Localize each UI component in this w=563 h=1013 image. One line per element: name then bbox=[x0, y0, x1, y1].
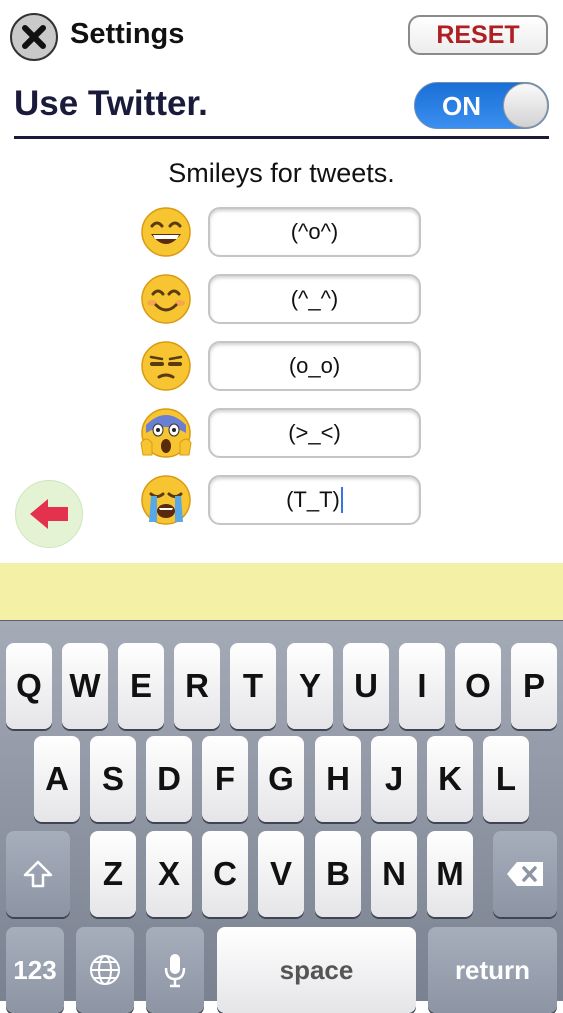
numbers-key[interactable]: 123 bbox=[6, 927, 64, 1013]
space-key[interactable]: space bbox=[217, 927, 416, 1013]
key-a[interactable]: A bbox=[34, 736, 80, 822]
divider bbox=[14, 136, 549, 139]
smiley-field-5-text: (T_T) bbox=[286, 487, 340, 512]
key-j[interactable]: J bbox=[371, 736, 417, 822]
page-title: Settings bbox=[70, 18, 185, 50]
screaming-face-icon bbox=[140, 408, 192, 458]
left-arrow-icon bbox=[30, 499, 68, 529]
reset-button[interactable]: RESET bbox=[408, 15, 548, 55]
key-u[interactable]: U bbox=[343, 643, 389, 729]
grinning-face-icon bbox=[141, 207, 191, 257]
key-w[interactable]: W bbox=[62, 643, 108, 729]
key-l[interactable]: L bbox=[483, 736, 529, 822]
key-z[interactable]: Z bbox=[90, 831, 136, 917]
close-icon bbox=[22, 25, 46, 49]
backspace-key[interactable] bbox=[493, 831, 557, 917]
crying-face-icon bbox=[141, 475, 191, 525]
key-h[interactable]: H bbox=[315, 736, 361, 822]
key-r[interactable]: R bbox=[174, 643, 220, 729]
shift-arrow-icon bbox=[23, 860, 53, 888]
key-e[interactable]: E bbox=[118, 643, 164, 729]
shift-key[interactable] bbox=[6, 831, 70, 917]
key-x[interactable]: X bbox=[146, 831, 192, 917]
use-twitter-label: Use Twitter. bbox=[14, 84, 208, 123]
key-s[interactable]: S bbox=[90, 736, 136, 822]
text-caret bbox=[340, 487, 343, 513]
key-i[interactable]: I bbox=[399, 643, 445, 729]
back-button[interactable] bbox=[15, 480, 83, 548]
key-g[interactable]: G bbox=[258, 736, 304, 822]
globe-icon bbox=[90, 955, 120, 985]
smiley-field-2[interactable]: (^_^) bbox=[208, 274, 421, 324]
key-c[interactable]: C bbox=[202, 831, 248, 917]
keyboard: Q W E R T Y U I O P A S D F G H J K L Z … bbox=[0, 620, 563, 1013]
yellow-band bbox=[0, 563, 563, 620]
return-key[interactable]: return bbox=[428, 927, 557, 1013]
key-k[interactable]: K bbox=[427, 736, 473, 822]
key-d[interactable]: D bbox=[146, 736, 192, 822]
unamused-face-icon bbox=[141, 341, 191, 391]
toggle-label: ON bbox=[442, 91, 481, 121]
smiley-field-5[interactable]: (T_T) bbox=[208, 475, 421, 525]
key-t[interactable]: T bbox=[230, 643, 276, 729]
key-v[interactable]: V bbox=[258, 831, 304, 917]
header: Settings RESET bbox=[0, 0, 563, 72]
key-y[interactable]: Y bbox=[287, 643, 333, 729]
smiley-field-1[interactable]: (^o^) bbox=[208, 207, 421, 257]
key-b[interactable]: B bbox=[315, 831, 361, 917]
microphone-key[interactable] bbox=[146, 927, 204, 1013]
key-p[interactable]: P bbox=[511, 643, 557, 729]
close-button[interactable] bbox=[10, 13, 58, 61]
globe-key[interactable] bbox=[76, 927, 134, 1013]
key-m[interactable]: M bbox=[427, 831, 473, 917]
key-q[interactable]: Q bbox=[6, 643, 52, 729]
microphone-icon bbox=[164, 954, 186, 988]
twitter-toggle[interactable]: ON bbox=[414, 82, 549, 129]
smiley-field-3[interactable]: (o_o) bbox=[208, 341, 421, 391]
smileys-title: Smileys for tweets. bbox=[168, 158, 395, 188]
key-f[interactable]: F bbox=[202, 736, 248, 822]
key-n[interactable]: N bbox=[371, 831, 417, 917]
key-o[interactable]: O bbox=[455, 643, 501, 729]
smiling-face-icon bbox=[141, 274, 191, 324]
backspace-icon bbox=[507, 862, 543, 886]
smiley-field-4[interactable]: (>_<) bbox=[208, 408, 421, 458]
toggle-knob bbox=[503, 83, 548, 128]
